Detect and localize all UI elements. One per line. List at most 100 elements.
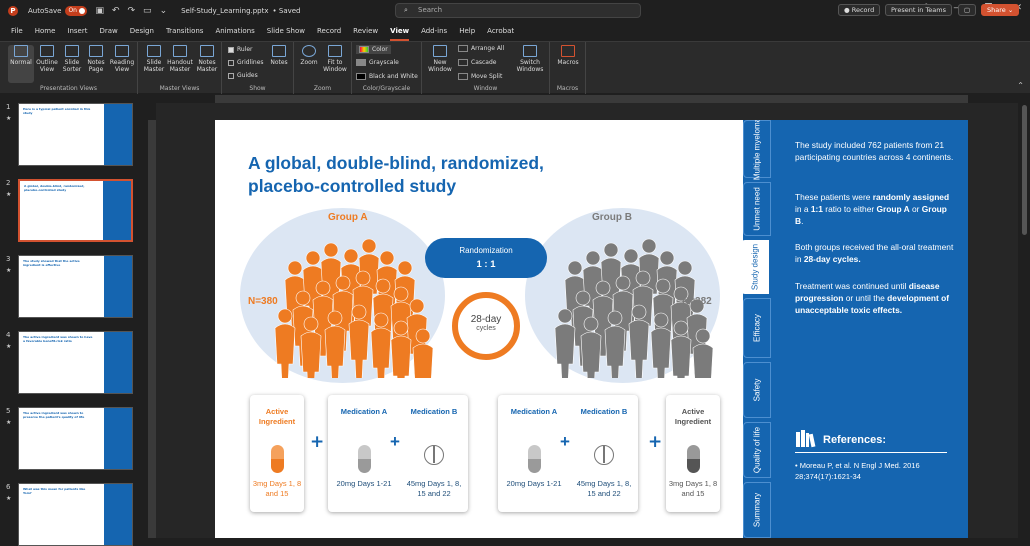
move-split-button[interactable]: Move Split [458,73,502,80]
save-icon[interactable]: ▣ [95,6,104,16]
arrange-all-button[interactable]: Arrange All [458,45,504,52]
record-button[interactable]: ● Record [838,4,881,16]
panel-paragraph-1: The study included 762 patients from 21 … [795,140,954,162]
thumbnail-number: 6 [6,483,11,491]
outline-view-button[interactable]: Outline View [35,45,59,73]
slide-thumbnail-5[interactable]: The active ingredient was shown to prese… [18,407,133,470]
present-icon[interactable]: ▭ [143,6,152,16]
color-button[interactable]: Color [356,45,391,54]
tab-record[interactable]: Record [317,21,341,41]
side-tab-label: Safety [752,378,762,402]
slide-sorter-button[interactable]: Slide Sorter [60,45,84,73]
cascade-button[interactable]: Cascade [458,59,496,66]
slide-thumbnail-6[interactable]: What was this mean for patients like Tom… [18,483,133,546]
search-placeholder: Search [418,6,443,14]
side-tab-label: Study design [750,243,760,291]
autosave-toggle[interactable]: On [65,5,88,16]
side-tab-multiple-myeloma[interactable]: Multiple myeloma [743,120,771,180]
slide-thumbnail-4[interactable]: The active ingredient was shown to have … [18,331,133,394]
side-tab-safety[interactable]: Safety [743,362,771,418]
record-label: Record [851,6,875,14]
gridlines-checkbox[interactable]: Gridlines [228,59,264,66]
slide-thumbnails-pane: 1 ★ Here is a typical patient enrolled in … [0,95,142,546]
drug-name: Medication A [340,407,388,416]
animation-star-icon: ★ [6,419,12,426]
drug-column: Medication B 45mg Days 1, 8, 15 and 22 [572,407,636,498]
macros-group: Macros Macros [550,42,586,94]
new-window-button[interactable]: New Window [426,45,454,73]
undo-icon[interactable]: ↶ [112,6,120,16]
slide-thumbnail-1[interactable]: Here is a typical patient enrolled in th… [18,103,133,166]
side-tab-summary[interactable]: Summary [743,482,771,538]
slide-title[interactable]: A global, double-blind, randomized, plac… [248,152,608,198]
side-tab-unmet-need[interactable]: Unmet need [743,182,771,236]
grayscale-button[interactable]: Grayscale [356,59,399,66]
capsule-gray-icon [357,445,371,473]
notes-page-button[interactable]: Notes Page [84,45,108,73]
tab-review[interactable]: Review [353,21,378,41]
tab-add-ins[interactable]: Add-ins [421,21,447,41]
color-grayscale-label: Color/Grayscale [362,85,411,92]
zoom-button[interactable]: Zoom [298,45,320,66]
ruler-checkbox[interactable]: Ruler [228,46,253,53]
notes-master-button[interactable]: Notes Master [194,45,220,73]
thumbnail-title: The study showed that the active ingredi… [23,259,80,267]
normal-view-button[interactable]: Normal [8,45,34,83]
side-tab-label: Unmet need [752,187,762,231]
black-white-button[interactable]: Black and White [356,73,418,80]
reading-view-button[interactable]: Reading View [108,45,136,73]
tab-animations[interactable]: Animations [215,21,254,41]
scrollbar-thumb[interactable] [1022,105,1027,235]
show-group: Ruler Gridlines Guides Notes Show [222,42,294,94]
drug-column: Medication A 20mg Days 1-21 [502,407,566,489]
tab-slide-show[interactable]: Slide Show [267,21,305,41]
comments-icon[interactable]: ▢ [958,4,976,16]
macros-button[interactable]: Macros [555,45,581,66]
switch-windows-button[interactable]: Switch Windows [514,45,546,73]
side-tab-study-design[interactable]: Study design [741,240,769,294]
tab-insert[interactable]: Insert [67,21,87,41]
cycle-word: cycles [476,325,496,332]
drug-dose: 3mg Days 1, 8 and 15 [668,479,718,498]
master-views-group: Slide Master Handout Master Notes Master… [138,42,222,94]
save-state[interactable]: • Saved [273,7,301,15]
slide-2[interactable]: A global, double-blind, randomized, plac… [215,120,968,538]
notes-button[interactable]: Notes [268,45,290,66]
tab-design[interactable]: Design [130,21,154,41]
drug-column: Active Ingredient 3mg Days 1, 8 and 15 [250,407,304,498]
presentation-views-label: Presentation Views [40,85,97,92]
slide-master-button[interactable]: Slide Master [142,45,166,73]
randomization-label: Randomization [459,246,513,255]
side-tab-efficacy[interactable]: Efficacy [743,298,771,358]
side-tab-quality-of-life[interactable]: Quality of life [743,422,771,478]
autosave-state: On [68,6,77,14]
powerpoint-logo-icon: P [8,5,18,16]
handout-master-button[interactable]: Handout Master [166,45,194,73]
search-box[interactable]: ⌕ Search [395,3,641,18]
group-a-people-icon [274,238,434,378]
tab-view[interactable]: View [390,21,410,41]
customize-toolbar-icon[interactable]: ⌄ [160,6,168,16]
guides-checkbox[interactable]: Guides [228,72,258,79]
collapse-ribbon-icon[interactable]: ⌃ [1017,81,1024,90]
redo-icon[interactable]: ↷ [128,6,136,16]
tab-acrobat[interactable]: Acrobat [487,21,514,41]
tab-draw[interactable]: Draw [99,21,117,41]
drug-dose: 3mg Days 1, 8 and 15 [252,479,302,498]
presentation-views-group: Normal Outline View Slide Sorter Notes P… [0,42,138,94]
thumbnail-number: 3 [6,255,11,263]
vertical-scrollbar[interactable] [1020,95,1030,538]
drug-name: Medication A [510,407,558,416]
share-button[interactable]: Share ⌄ [981,4,1020,16]
slide-thumbnail-2[interactable]: A global, double-blind, randomized, plac… [18,179,133,242]
show-label: Show [249,85,266,92]
plus-icon: + [310,432,325,452]
present-in-teams-button[interactable]: Present in Teams [885,4,953,16]
tab-help[interactable]: Help [459,21,475,41]
tab-transitions[interactable]: Transitions [166,21,204,41]
tab-file[interactable]: File [11,21,23,41]
slide-thumbnail-3[interactable]: The study showed that the active ingredi… [18,255,133,318]
fit-to-window-button[interactable]: Fit to Window [321,45,349,73]
panel-paragraph-2: These patients were randomly assigned in… [795,192,950,226]
tab-home[interactable]: Home [35,21,56,41]
